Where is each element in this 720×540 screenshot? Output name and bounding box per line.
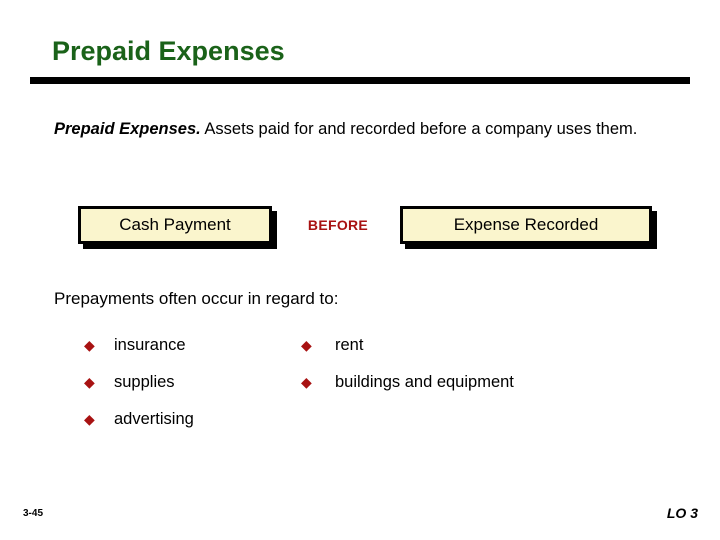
list-item-label: insurance [114, 336, 186, 354]
page-title: Prepaid Expenses [52, 36, 285, 66]
list-item: ◆ buildings and equipment [301, 371, 681, 408]
list-item-label: supplies [114, 373, 175, 391]
list-item: ◆ advertising [84, 408, 294, 445]
diamond-bullet-icon: ◆ [84, 337, 95, 353]
cash-payment-box: Cash Payment [78, 206, 272, 244]
definition-body: Assets paid for and recorded before a co… [200, 120, 638, 138]
before-label: BEFORE [307, 217, 369, 233]
list-item-label: advertising [114, 410, 194, 428]
diamond-bullet-icon: ◆ [301, 374, 312, 390]
diamond-bullet-icon: ◆ [301, 337, 312, 353]
learning-objective-tag: LO 3 [666, 505, 698, 521]
timing-flow-diagram: Cash Payment BEFORE Expense Recorded [0, 206, 720, 262]
list-item: ◆ insurance [84, 334, 294, 371]
list-item-label: buildings and equipment [335, 373, 514, 391]
list-item: ◆ rent [301, 334, 681, 371]
prepayments-lead-in: Prepayments often occur in regard to: [54, 289, 339, 308]
list-item-label: rent [335, 336, 364, 354]
definition-term: Prepaid Expenses. [54, 120, 201, 138]
bullet-list-right: ◆ rent ◆ buildings and equipment [301, 334, 681, 408]
diamond-bullet-icon: ◆ [84, 411, 95, 427]
title-divider [30, 77, 690, 84]
diamond-bullet-icon: ◆ [84, 374, 95, 390]
bullet-list-left: ◆ insurance ◆ supplies ◆ advertising [84, 334, 294, 445]
definition-paragraph: Prepaid Expenses. Assets paid for and re… [54, 117, 654, 142]
list-item: ◆ supplies [84, 371, 294, 408]
expense-recorded-box: Expense Recorded [400, 206, 652, 244]
page-number: 3-45 [23, 508, 44, 519]
